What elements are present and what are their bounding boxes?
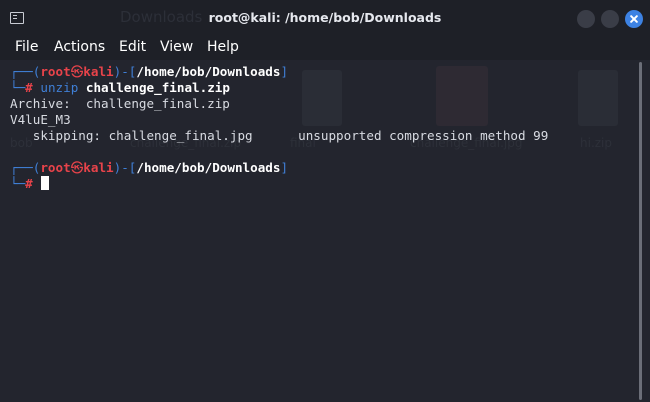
prompt-symbol: # <box>25 176 33 191</box>
prompt-path: /home/bob/Downloads <box>136 160 281 175</box>
prompt-line: ┌──(root㉿kali)-[/home/bob/Downloads] <box>10 64 288 80</box>
ghost-file-icon <box>302 70 342 126</box>
menu-view[interactable]: View <box>160 39 193 55</box>
kali-skull-icon: ㉿ <box>70 64 84 79</box>
output-line: V4luE_M3 <box>10 112 71 127</box>
ghost-file-icon <box>578 70 618 126</box>
prompt-line: ┌──(root㉿kali)-[/home/bob/Downloads] <box>10 160 288 176</box>
prompt-separator: )-[ <box>113 64 137 79</box>
input-line[interactable]: └─# <box>10 176 49 192</box>
prompt-separator: )-[ <box>113 160 137 175</box>
prompt-host: kali <box>83 64 114 79</box>
output-line: skipping: challenge_final.jpg unsupporte… <box>10 128 549 143</box>
menu-actions[interactable]: Actions <box>54 39 105 55</box>
ghost-image-icon <box>436 66 488 126</box>
prompt-path: /home/bob/Downloads <box>136 64 281 79</box>
minimize-button[interactable] <box>577 10 595 28</box>
menu-bar: File Actions Edit View Help <box>0 36 650 60</box>
prompt-symbol: # <box>25 80 33 95</box>
command-line: └─# unzip challenge_final.zip <box>10 80 230 96</box>
command-name: unzip <box>40 80 79 95</box>
prompt-corner: └─ <box>10 80 26 95</box>
title-bar: Downloads root@kali: /home/bob/Downloads <box>0 0 650 36</box>
window-title: root@kali: /home/bob/Downloads <box>208 10 442 25</box>
command-argument: challenge_final.zip <box>85 80 230 95</box>
prompt-bracket: ] <box>280 64 289 79</box>
prompt-user: root <box>40 160 71 175</box>
text-cursor <box>40 176 49 190</box>
prompt-user: root <box>40 64 71 79</box>
prompt-bracket: ] <box>280 160 289 175</box>
output-line: Archive: challenge_final.zip <box>10 96 230 111</box>
prompt-corner: ┌──( <box>10 160 41 175</box>
menu-edit[interactable]: Edit <box>119 39 146 55</box>
ghost-file-label: hi.zip <box>580 136 613 150</box>
menu-help[interactable]: Help <box>207 39 239 55</box>
kali-skull-icon: ㉿ <box>70 160 84 175</box>
scrollbar[interactable] <box>634 60 650 402</box>
prompt-host: kali <box>83 160 114 175</box>
close-button[interactable] <box>625 10 643 28</box>
terminal-area[interactable]: bob challenge_final.zip final challenge_… <box>0 60 634 402</box>
prompt-corner: └─ <box>10 176 26 191</box>
scrollbar-thumb[interactable] <box>639 62 642 400</box>
menu-file[interactable]: File <box>15 39 38 55</box>
prompt-corner: ┌──( <box>10 64 41 79</box>
maximize-button[interactable] <box>601 10 619 28</box>
